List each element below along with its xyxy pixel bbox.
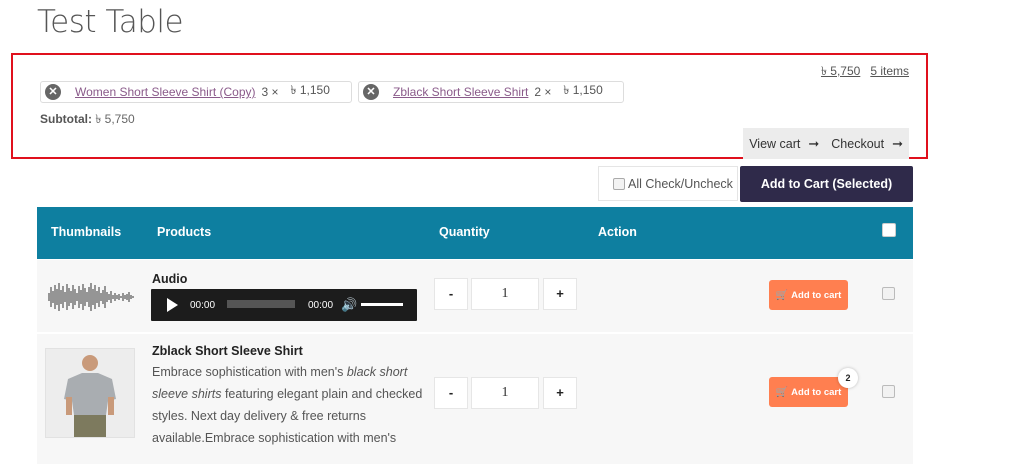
audio-progress-track[interactable] (227, 300, 295, 308)
header-thumbnails: Thumbnails (51, 225, 122, 239)
add-to-cart-button[interactable]: 🛒 Add to cart (769, 280, 848, 310)
audio-waveform-thumbnail (48, 283, 134, 311)
cart-items-count-link[interactable]: 5 items (870, 64, 909, 78)
shirt-model-image (64, 355, 116, 437)
cart-icon: 🛒 (775, 289, 789, 301)
product-title[interactable]: Zblack Short Sleeve Shirt (152, 344, 303, 358)
qty-increment-button[interactable]: + (543, 278, 577, 310)
audio-duration: 00:00 (308, 300, 334, 311)
product-thumbnail[interactable] (45, 348, 135, 438)
subtotal-label: Subtotal: (40, 112, 92, 126)
quantity-input[interactable]: 1 (471, 278, 539, 310)
checkout-label: Checkout (831, 136, 885, 151)
add-to-cart-button[interactable]: 🛒 Add to cart (769, 377, 848, 407)
check-all-checkbox[interactable] (613, 177, 625, 190)
table-row: Zblack Short Sleeve Shirt Embrace sophis… (37, 334, 913, 464)
cart-summary: ৳ 5,750 5 items (821, 63, 909, 83)
description-text: Embrace sophistication with men's (152, 365, 347, 379)
quantity-input[interactable]: 1 (471, 377, 539, 409)
page-title: Test Table (37, 4, 184, 40)
cart-item-price: ৳ 1,150 (290, 83, 330, 97)
cart-item-qty: 3 × (261, 85, 279, 99)
qty-decrement-button[interactable]: - (434, 278, 468, 310)
header-quantity: Quantity (439, 225, 490, 239)
qty-increment-button[interactable]: + (543, 377, 577, 409)
subtotal: Subtotal: ৳ 5,750 (40, 111, 135, 131)
right-arrow-icon: ➞ (808, 135, 820, 151)
header-products: Products (157, 225, 212, 239)
view-cart-label: View cart (749, 136, 801, 151)
add-selected-to-cart-button[interactable]: Add to Cart (Selected) (740, 166, 913, 202)
audio-current-time: 00:00 (190, 300, 216, 311)
header-action: Action (598, 225, 637, 239)
cart-item-link[interactable]: Women Short Sleeve Shirt (Copy) (75, 85, 256, 99)
audio-player: 00:00 00:00 🔊 (151, 289, 417, 321)
row-select-checkbox[interactable] (882, 287, 895, 300)
cart-item-qty: 2 × (534, 85, 552, 99)
product-description: Embrace sophistication with men's black … (152, 361, 424, 449)
add-to-cart-label: Add to cart (791, 386, 842, 398)
mini-cart-panel: ৳ 5,750 5 items ✕ Women Short Sleeve Shir… (11, 53, 928, 159)
header-select-all-checkbox[interactable] (882, 223, 896, 237)
volume-slider[interactable] (361, 303, 403, 306)
add-to-cart-label: Add to cart (791, 289, 842, 301)
view-cart-button[interactable]: View cart ➞ (743, 136, 825, 152)
check-all-toggle[interactable]: All Check/Uncheck (598, 166, 738, 201)
remove-icon[interactable]: ✕ (45, 84, 61, 100)
cart-item: ✕ Zblack Short Sleeve Shirt 2 × ৳ 1,150 (358, 81, 624, 103)
product-title[interactable]: Audio (152, 272, 187, 286)
cart-icon: 🛒 (775, 386, 789, 398)
row-select-checkbox[interactable] (882, 385, 895, 398)
table-header: Thumbnails Products Quantity Action (37, 207, 913, 259)
checkout-button[interactable]: Checkout ➞ (825, 136, 909, 152)
right-arrow-icon: ➞ (892, 135, 903, 151)
cart-item-link[interactable]: Zblack Short Sleeve Shirt (393, 85, 528, 99)
cart-item-price: ৳ 1,150 (563, 83, 603, 97)
play-icon[interactable] (167, 298, 178, 312)
cart-total-link[interactable]: ৳ 5,750 (821, 64, 860, 78)
subtotal-value: ৳ 5,750 (95, 112, 135, 126)
volume-icon[interactable]: 🔊 (341, 297, 357, 313)
remove-icon[interactable]: ✕ (363, 84, 379, 100)
check-all-label: All Check/Uncheck (628, 176, 733, 191)
mini-cart-buttons: View cart ➞ Checkout ➞ (743, 128, 909, 159)
qty-decrement-button[interactable]: - (434, 377, 468, 409)
cart-item: ✕ Women Short Sleeve Shirt (Copy) 3 × ৳ … (40, 81, 352, 103)
table-row: Audio 00:00 00:00 🔊 - 1 + 🛒 Add to cart (37, 260, 913, 332)
in-cart-count-badge: 2 (838, 368, 858, 388)
